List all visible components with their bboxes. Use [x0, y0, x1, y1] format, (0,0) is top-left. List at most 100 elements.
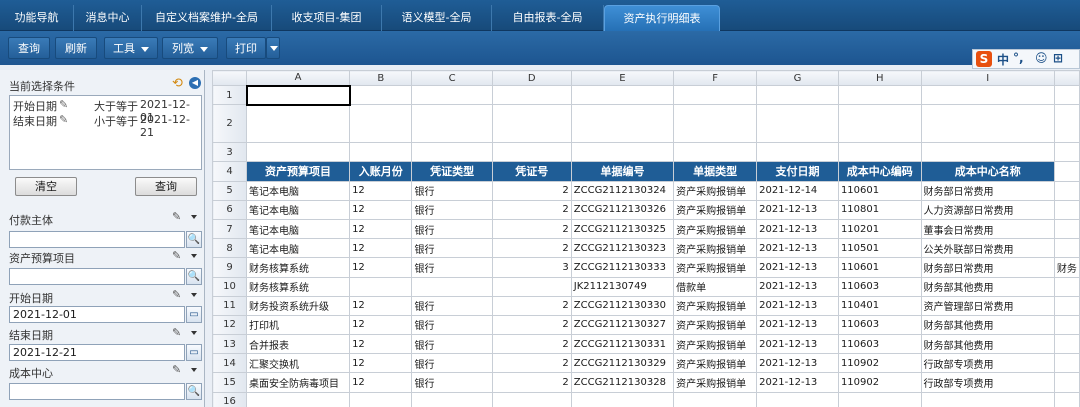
- selected-cell[interactable]: [245, 84, 351, 106]
- table-cell[interactable]: [1053, 276, 1080, 297]
- table-cell[interactable]: 资产采购报销单: [673, 199, 758, 220]
- table-cell[interactable]: 12: [349, 353, 413, 374]
- tab-message-center[interactable]: 消息中心: [74, 5, 142, 31]
- table-cell[interactable]: [246, 142, 351, 163]
- table-cell[interactable]: [570, 391, 675, 407]
- row-header[interactable]: 6: [212, 199, 248, 220]
- table-cell[interactable]: 2021-12-13: [756, 257, 839, 278]
- column-header[interactable]: B: [349, 70, 413, 86]
- table-cell[interactable]: 借款单: [673, 276, 758, 297]
- row-header[interactable]: 3: [212, 142, 248, 163]
- table-cell[interactable]: [491, 276, 572, 297]
- table-cell[interactable]: 财务部日常费用: [920, 257, 1055, 278]
- column-header[interactable]: E: [570, 70, 675, 86]
- table-cell[interactable]: 资产管理部日常费用: [920, 295, 1055, 316]
- table-cell[interactable]: 110501: [837, 238, 922, 259]
- row-header[interactable]: 14: [212, 353, 248, 374]
- table-cell[interactable]: [920, 142, 1055, 163]
- table-cell[interactable]: ZCCG2112130330: [570, 295, 675, 316]
- edit-icon[interactable]: ✎: [172, 326, 181, 339]
- table-cell[interactable]: [411, 142, 493, 163]
- table-cell[interactable]: 110603: [837, 334, 922, 355]
- table-cell[interactable]: 110902: [837, 372, 922, 393]
- row-header[interactable]: 8: [212, 238, 248, 259]
- column-header[interactable]: C: [411, 70, 493, 86]
- table-cell[interactable]: [1053, 218, 1080, 240]
- chevron-down-icon[interactable]: [191, 368, 197, 372]
- table-cell[interactable]: [756, 391, 839, 407]
- table-cell[interactable]: 资产采购报销单: [673, 295, 758, 316]
- search-icon[interactable]: 🔍: [186, 268, 202, 285]
- column-header[interactable]: D: [491, 70, 572, 86]
- table-cell[interactable]: 财务核算系统: [246, 257, 351, 278]
- table-cell[interactable]: 12: [349, 257, 413, 278]
- table-cell[interactable]: [673, 391, 758, 407]
- table-cell[interactable]: 2: [491, 238, 572, 259]
- table-cell[interactable]: 财务部其他费用: [920, 276, 1055, 297]
- row-header[interactable]: 10: [212, 276, 248, 297]
- table-cell[interactable]: ZCCG2112130325: [570, 218, 675, 240]
- ime-more-icon[interactable]: ⊞: [1053, 51, 1063, 65]
- table-cell[interactable]: [837, 84, 922, 106]
- table-cell[interactable]: 汇聚交换机: [246, 353, 351, 374]
- column-header[interactable]: G: [756, 70, 839, 86]
- table-cell[interactable]: [837, 104, 922, 144]
- table-cell[interactable]: ZCCG2112130331: [570, 334, 675, 355]
- table-cell[interactable]: [673, 104, 758, 144]
- start-date-input[interactable]: 2021-12-01: [9, 306, 185, 323]
- table-cell[interactable]: 笔记本电脑: [246, 218, 351, 240]
- table-cell[interactable]: [411, 84, 493, 106]
- table-cell[interactable]: [920, 391, 1055, 407]
- table-cell[interactable]: ZCCG2112130326: [570, 199, 675, 220]
- search-icon[interactable]: 🔍: [186, 231, 202, 248]
- table-cell[interactable]: [837, 142, 922, 163]
- row-header[interactable]: 4: [212, 161, 248, 182]
- table-cell[interactable]: 财务部其他费用: [920, 314, 1055, 336]
- table-cell[interactable]: ZCCG2112130324: [570, 180, 675, 201]
- table-cell[interactable]: [1053, 104, 1080, 144]
- table-cell[interactable]: 3: [491, 257, 572, 278]
- table-cell[interactable]: 110201: [837, 218, 922, 240]
- table-cell[interactable]: [673, 142, 758, 163]
- table-cell[interactable]: 2: [491, 314, 572, 336]
- row-header[interactable]: 7: [212, 218, 248, 240]
- table-cell[interactable]: 2021-12-13: [756, 199, 839, 220]
- table-cell[interactable]: 110603: [837, 314, 922, 336]
- table-cell[interactable]: [837, 391, 922, 407]
- table-cell[interactable]: 合并报表: [246, 334, 351, 355]
- table-cell[interactable]: [1053, 84, 1080, 106]
- tab-income-expense[interactable]: 收支项目-集团: [272, 5, 382, 31]
- ime-punct[interactable]: °,: [1013, 51, 1024, 65]
- table-cell[interactable]: [1053, 372, 1080, 393]
- calendar-icon[interactable]: ▭: [186, 344, 202, 361]
- column-header[interactable]: I: [920, 70, 1055, 86]
- table-cell[interactable]: [1053, 391, 1080, 407]
- table-cell[interactable]: 人力资源部日常费用: [920, 199, 1055, 220]
- table-cell[interactable]: [1053, 199, 1080, 220]
- table-cell[interactable]: 财务核算系统: [246, 276, 351, 297]
- table-cell[interactable]: 资产采购报销单: [673, 353, 758, 374]
- collapse-icon[interactable]: ◀: [189, 77, 201, 89]
- clear-button[interactable]: 清空: [15, 177, 77, 196]
- tab-semantic-model[interactable]: 语义模型-全局: [382, 5, 492, 31]
- table-cell[interactable]: 银行: [411, 199, 493, 220]
- corner-cell[interactable]: [212, 70, 248, 86]
- table-cell[interactable]: 110401: [837, 295, 922, 316]
- table-cell[interactable]: [570, 84, 675, 106]
- print-dropdown-button[interactable]: [266, 37, 280, 59]
- table-cell[interactable]: 2: [491, 334, 572, 355]
- table-cell[interactable]: 12: [349, 180, 413, 201]
- table-cell[interactable]: 110603: [837, 276, 922, 297]
- table-cell[interactable]: 2: [491, 353, 572, 374]
- table-cell[interactable]: 12: [349, 238, 413, 259]
- table-cell[interactable]: [1053, 295, 1080, 316]
- table-cell[interactable]: [1053, 180, 1080, 201]
- table-cell[interactable]: [570, 104, 675, 144]
- table-cell[interactable]: [1053, 334, 1080, 355]
- table-cell[interactable]: 资产采购报销单: [673, 334, 758, 355]
- table-cell[interactable]: 12: [349, 314, 413, 336]
- table-cell[interactable]: 2: [491, 199, 572, 220]
- table-cell[interactable]: 110801: [837, 199, 922, 220]
- table-cell[interactable]: 财务部日常费用: [920, 180, 1055, 201]
- table-cell[interactable]: 财务投资系统升级: [246, 295, 351, 316]
